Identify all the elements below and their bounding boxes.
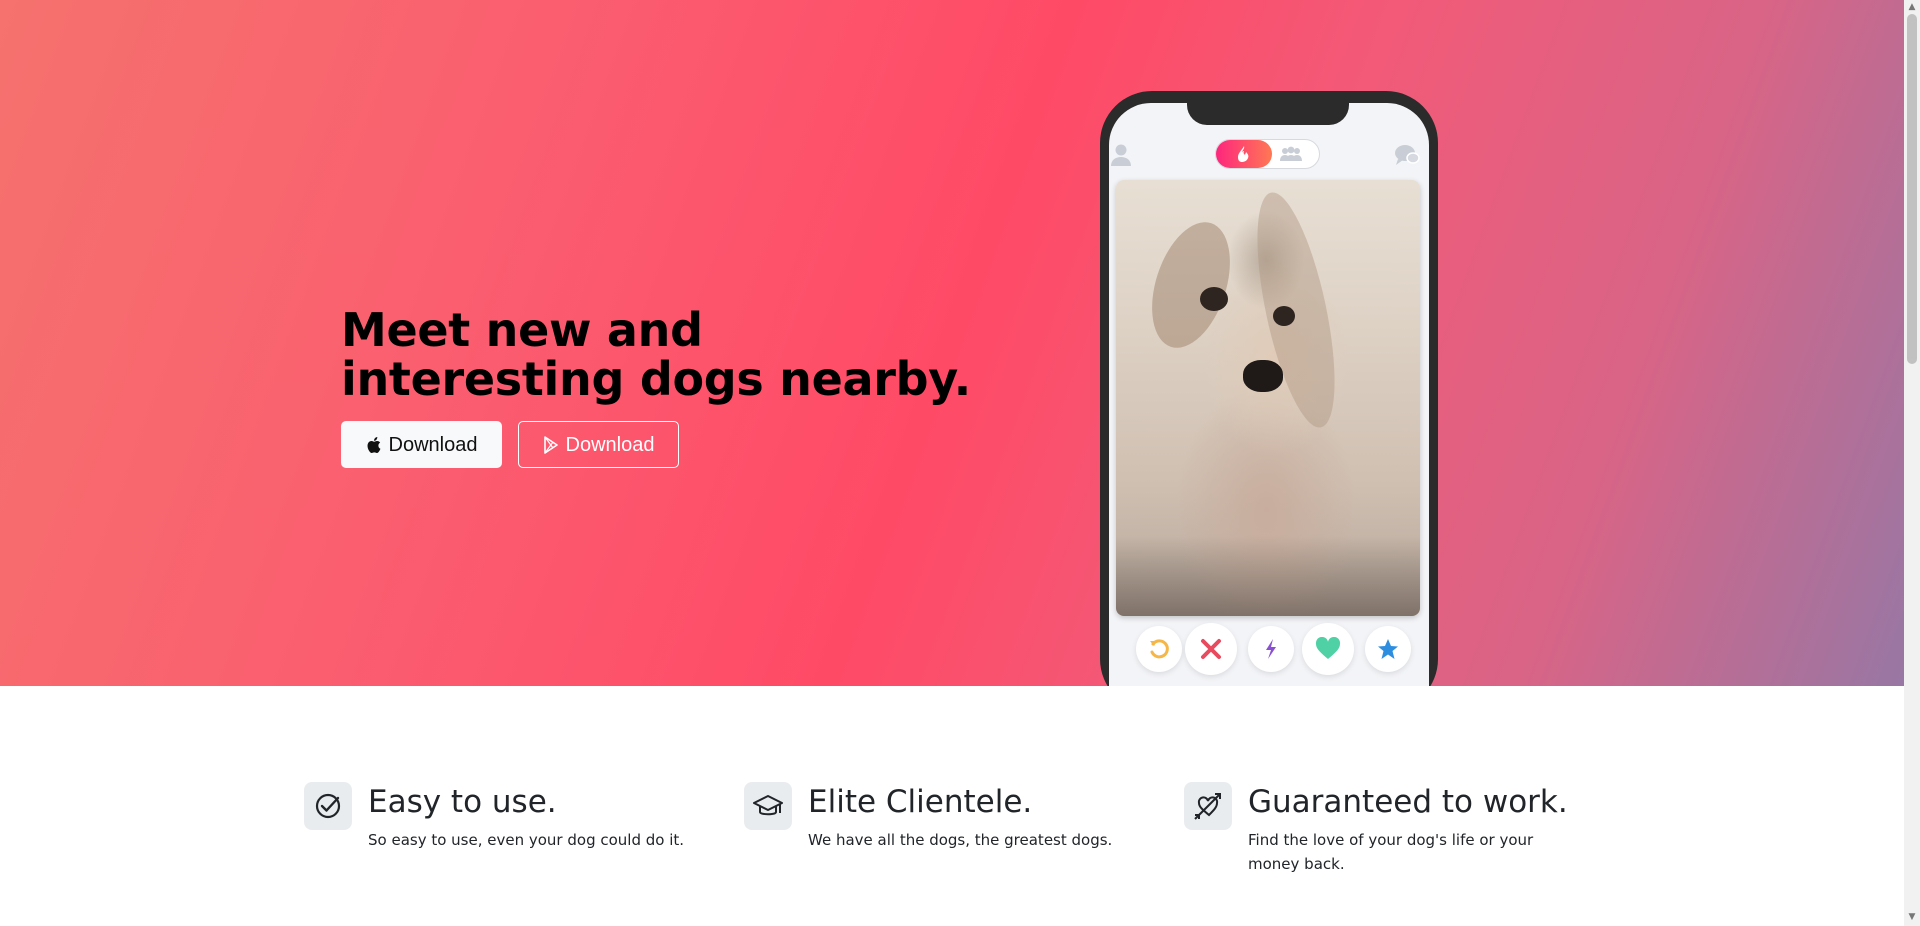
- dog-ear-left: [1137, 212, 1245, 358]
- flame-icon: [1238, 146, 1249, 162]
- boost-button[interactable]: [1248, 626, 1294, 672]
- dog-eye-right: [1273, 306, 1295, 326]
- toggle-group-inactive[interactable]: [1278, 144, 1304, 164]
- rewind-button[interactable]: [1136, 626, 1182, 672]
- superlike-button[interactable]: [1365, 626, 1411, 672]
- dog-profile-card[interactable]: [1116, 180, 1420, 616]
- feature-title: Elite Clientele.: [808, 784, 1033, 820]
- hero-section: Meet new and interesting dogs nearby. Do…: [0, 0, 1904, 686]
- check-circle-icon: [304, 782, 352, 830]
- heart-icon: [1315, 637, 1341, 659]
- play-store-icon: [543, 435, 559, 454]
- dog-nose: [1243, 360, 1283, 392]
- feature-title: Easy to use.: [368, 784, 557, 820]
- scroll-down-icon[interactable]: ▼: [1907, 912, 1917, 922]
- discovery-toggle[interactable]: [1215, 139, 1320, 169]
- graduation-cap-icon: [744, 782, 792, 830]
- nope-button[interactable]: [1185, 623, 1237, 675]
- dog-ear-right: [1241, 186, 1351, 434]
- dog-eye-left: [1200, 287, 1228, 311]
- like-button[interactable]: [1302, 623, 1354, 675]
- apple-icon: [366, 436, 382, 454]
- group-icon: [1280, 146, 1302, 161]
- play-download-label: Download: [565, 433, 655, 456]
- profile-icon[interactable]: [1110, 143, 1132, 167]
- scroll-up-icon[interactable]: ▲: [1907, 2, 1917, 12]
- feature-text: We have all the dogs, the greatest dogs.: [808, 831, 1113, 849]
- feature-text: So easy to use, even your dog could do i…: [368, 831, 685, 849]
- play-download-button[interactable]: Download: [518, 421, 679, 468]
- rewind-icon: [1150, 639, 1169, 659]
- boost-icon: [1266, 639, 1276, 659]
- toggle-flame-active[interactable]: [1216, 140, 1272, 168]
- close-icon: [1201, 639, 1221, 659]
- heart-arrow-icon: [1184, 782, 1232, 830]
- apple-download-label: Download: [388, 433, 478, 456]
- star-icon: [1378, 639, 1398, 659]
- phone-notch: [1187, 96, 1349, 125]
- scrollbar-thumb[interactable]: [1907, 14, 1917, 364]
- chat-icon[interactable]: [1394, 143, 1420, 167]
- apple-download-button[interactable]: Download: [341, 421, 502, 468]
- swipe-actions: [1124, 623, 1414, 676]
- feature-title: Guaranteed to work.: [1248, 784, 1568, 820]
- feature-text: Find the love of your dog's life or your…: [1248, 831, 1534, 873]
- hero-title: Meet new and interesting dogs nearby.: [341, 303, 971, 406]
